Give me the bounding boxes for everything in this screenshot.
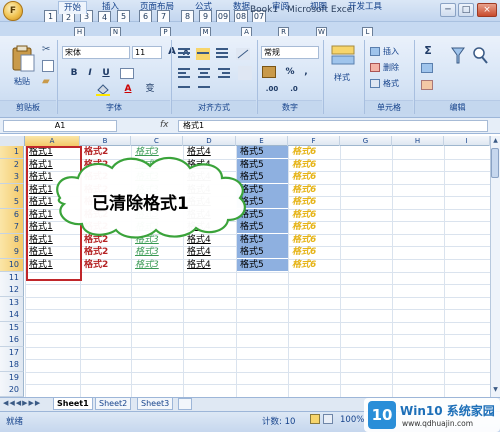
sheet-tab-3[interactable]: Sheet3: [137, 398, 174, 410]
sheet-tab-2[interactable]: Sheet2: [95, 398, 132, 410]
status-mode: 就绪: [6, 417, 24, 427]
scroll-thumb[interactable]: [491, 148, 499, 178]
scroll-down-icon[interactable]: ▼: [491, 386, 500, 395]
watermark-url: www.qdhuajin.com: [402, 419, 474, 428]
annotation-overlay: [26, 146, 246, 281]
page-layout-view-icon[interactable]: [323, 414, 333, 424]
watermark-title: Win10 系统家园: [400, 404, 495, 418]
sheet-tab-1[interactable]: Sheet1: [53, 398, 93, 410]
sheet-nav-icons[interactable]: ◀◀◀▶▶▶: [3, 399, 41, 407]
normal-view-icon[interactable]: [310, 414, 320, 424]
watermark-badge: 10: [368, 401, 396, 429]
scroll-up-icon[interactable]: ▲: [491, 137, 500, 146]
annotation-text: 已清除格式1: [92, 194, 189, 214]
status-count: 计数: 10: [262, 417, 296, 427]
zoom-level[interactable]: 100%: [340, 415, 364, 425]
insert-sheet-icon[interactable]: [178, 398, 192, 410]
